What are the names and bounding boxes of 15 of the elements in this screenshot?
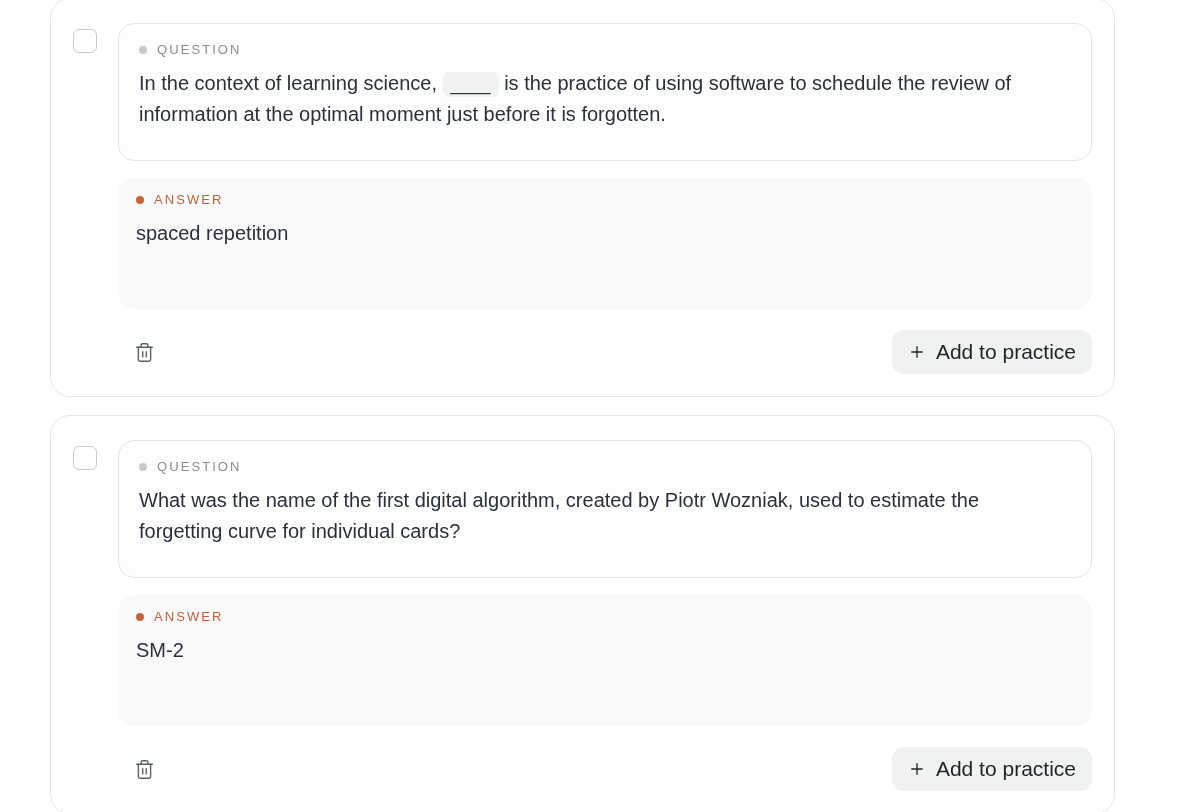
answer-text: spaced repetition <box>136 221 290 246</box>
section-label: ANSWER <box>154 609 224 625</box>
add-to-practice-button[interactable]: Add to practice <box>891 330 1092 374</box>
add-to-practice-button[interactable]: Add to practice <box>891 747 1092 791</box>
section-label: QUESTION <box>157 42 242 58</box>
question-text: What was the name of the first digital algorithm, created by Piotr Wozniak, used to estimate the forgetting curve for individual cards? <box>139 488 981 544</box>
checkbox[interactable] <box>73 446 97 470</box>
fill-in-blank: ____ <box>442 72 499 97</box>
checkbox[interactable] <box>73 29 97 53</box>
section-label: QUESTION <box>157 459 242 475</box>
trash-icon <box>133 341 155 363</box>
trash-icon <box>133 758 155 780</box>
question-text: In the context of learning science, ____ is the practice of using software to schedule the review of information at the optimal moment just before it is forgotten. <box>139 71 1013 127</box>
answer-text: SM-2 <box>136 638 185 663</box>
section-label: ANSWER <box>154 192 224 208</box>
